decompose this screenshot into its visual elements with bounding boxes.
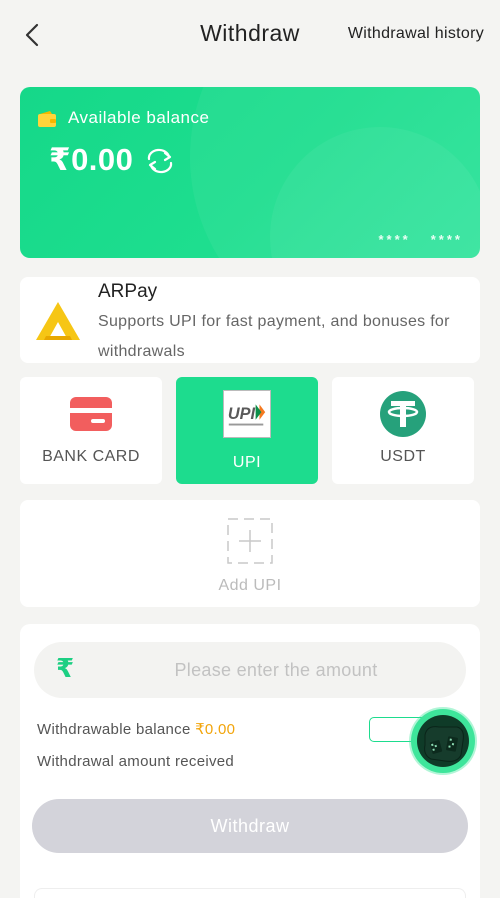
- amount-input[interactable]: [96, 642, 456, 698]
- balance-amount: ₹0.00: [49, 142, 134, 177]
- withdraw-form: ₹ Withdrawable balance ₹0.00 Withdrawal …: [20, 624, 480, 898]
- withdrawal-history-link[interactable]: Withdrawal history: [348, 25, 484, 43]
- method-tab-bank-card[interactable]: BANK CARD: [20, 377, 162, 484]
- withdraw-button[interactable]: Withdraw: [32, 799, 468, 853]
- method-tab-usdt[interactable]: USDT: [332, 377, 474, 484]
- header: Withdraw Withdrawal history: [0, 0, 500, 70]
- game-widget-icon: [417, 715, 469, 767]
- method-label: UPI: [232, 454, 262, 471]
- balance-label: Available balance: [68, 108, 210, 127]
- floating-bonus-button[interactable]: [411, 709, 475, 773]
- method-tab-upi[interactable]: UPI UPI: [176, 377, 318, 484]
- amount-field[interactable]: ₹: [34, 642, 466, 698]
- next-section-edge: [34, 888, 466, 898]
- add-upi-label: Add UPI: [218, 577, 282, 594]
- wallet-icon: [38, 111, 56, 127]
- refresh-icon[interactable]: [145, 148, 175, 174]
- bank-card-icon: [70, 397, 112, 431]
- arpay-name: ARPay: [98, 281, 158, 302]
- amount-received-label: Withdrawal amount received: [37, 753, 235, 770]
- withdrawable-value: ₹0.00: [195, 721, 236, 738]
- masked-card-number: **** ****: [378, 232, 463, 247]
- arpay-banner[interactable]: ARPay Supports UPI for fast payment, and…: [20, 277, 480, 363]
- upi-logo-icon: UPI: [223, 390, 271, 438]
- add-upi-button[interactable]: Add UPI: [20, 500, 480, 607]
- rupee-icon: ₹: [56, 653, 75, 683]
- withdrawable-balance-row: Withdrawable balance ₹0.00: [37, 720, 235, 738]
- svg-text:UPI: UPI: [228, 405, 256, 423]
- tether-icon: [380, 391, 426, 437]
- arpay-description: Supports UPI for fast payment, and bonus…: [98, 313, 450, 360]
- withdrawable-label: Withdrawable balance: [37, 721, 196, 738]
- method-label: USDT: [380, 448, 426, 465]
- plus-icon: [227, 518, 273, 564]
- method-label: BANK CARD: [42, 448, 140, 465]
- arpay-logo-icon: [36, 302, 80, 340]
- balance-card: Available balance ₹0.00 **** ****: [20, 87, 480, 258]
